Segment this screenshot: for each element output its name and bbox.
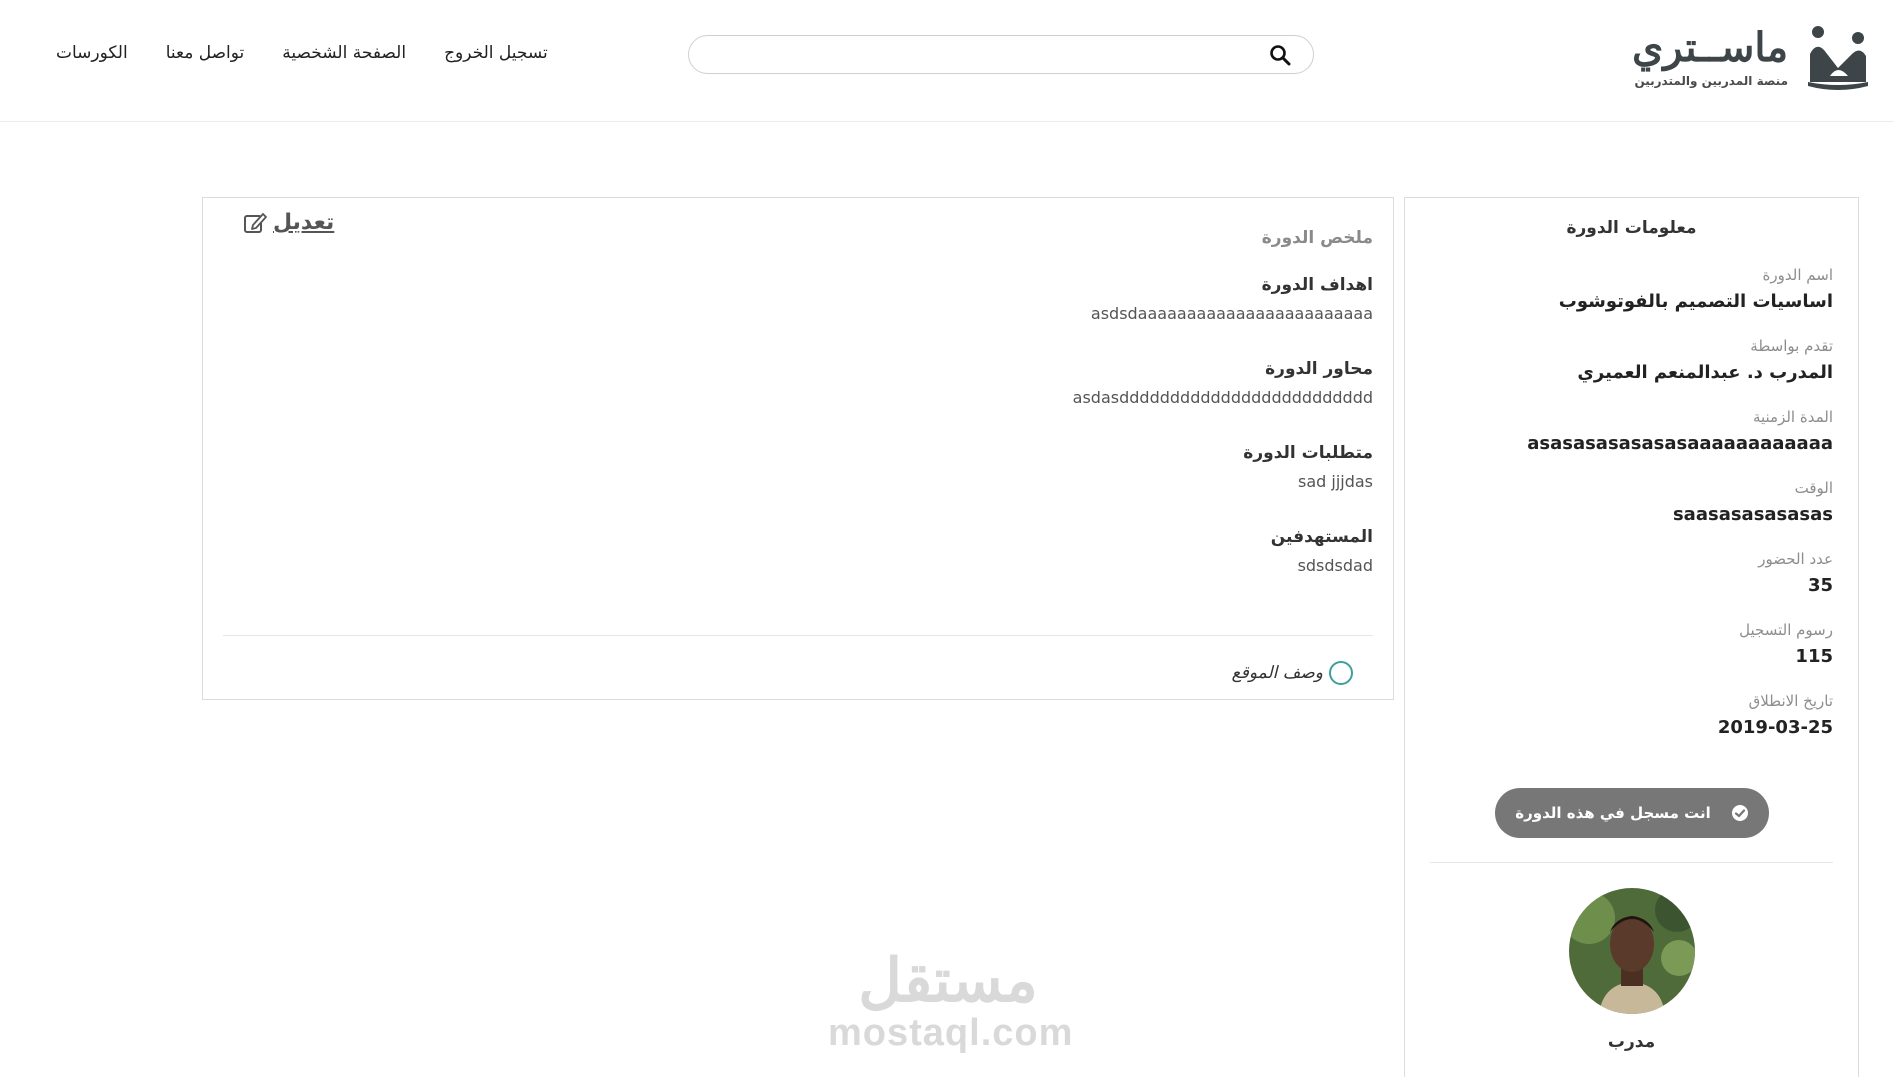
trainer-role: مدرب (1607, 1032, 1656, 1052)
search-icon[interactable] (1269, 44, 1291, 66)
info-field-value: 2019-03-25 (1717, 717, 1833, 738)
top-header: ماســتري منصة المدربين والمتدربين الكورس… (0, 0, 1894, 122)
info-field-duration: المدة الزمنية asasasasasasasaaaaaaaaaaaa (1527, 406, 1833, 458)
logo-mark-icon (1808, 26, 1868, 90)
course-info-title: معلومات الدورة (1566, 218, 1697, 238)
info-field-value: 115 (1795, 646, 1833, 667)
summary-section-value: sdsdsdad (1297, 556, 1373, 575)
info-field-presenter: تقدم بواسطة المدرب د. عبدالمنعم العميري (1577, 335, 1833, 387)
info-field-label: تقدم بواسطة (1750, 337, 1833, 355)
search-input[interactable] (729, 38, 1269, 71)
info-field-value: المدرب د. عبدالمنعم العميري (1577, 362, 1833, 383)
logo-tagline: منصة المدربين والمتدربين (1634, 74, 1788, 88)
trainer-photo (1569, 888, 1695, 1014)
summary-section-audience: المستهدفين sdsdsdad (1271, 524, 1373, 580)
info-field-value: saasasasasasas (1672, 504, 1833, 525)
check-circle-icon (1731, 805, 1748, 821)
info-divider (1430, 862, 1833, 863)
circle-icon (1329, 661, 1353, 685)
enrolled-button-label: انت مسجل في هذه الدورة (1515, 804, 1711, 822)
summary-section-label: المستهدفين (1270, 527, 1373, 547)
nav-contact[interactable]: تواصل معنا (166, 40, 245, 66)
search-bar (688, 35, 1314, 74)
watermark-latin: mostaql.com (828, 1012, 1074, 1054)
trainer-avatar[interactable] (1569, 888, 1695, 1014)
info-field-attendance: عدد الحضور 35 (1758, 548, 1833, 600)
info-field-fee: رسوم التسجيل 115 (1739, 619, 1833, 671)
info-field-label: اسم الدورة (1762, 266, 1833, 284)
edit-button[interactable]: تعديل (243, 210, 334, 235)
summary-section-label: محاور الدورة (1265, 359, 1373, 379)
summary-section-value: asdsdaaaaaaaaaaaaaaaaaaaaaaaa (1090, 304, 1373, 323)
summary-section-label: اهداف الدورة (1261, 275, 1373, 295)
summary-title: ملخص الدورة (1261, 228, 1373, 248)
watermark-arabic: مستقل (858, 946, 1038, 1016)
main-nav: الكورسات تواصل معنا الصفحة الشخصية تسجيل… (56, 40, 548, 66)
nav-courses[interactable]: الكورسات (56, 40, 128, 66)
summary-section-label: متطلبات الدورة (1243, 443, 1373, 463)
edit-label: تعديل (273, 210, 335, 235)
logo-name: ماســتري (1631, 24, 1788, 71)
enrolled-button[interactable]: انت مسجل في هذه الدورة (1495, 788, 1769, 838)
info-field-label: رسوم التسجيل (1739, 621, 1833, 639)
edit-icon (244, 212, 267, 233)
course-info-panel: معلومات الدورة اسم الدورة اساسيات التصمي… (1404, 197, 1859, 1077)
watermark: مستقل mostaql.com (828, 946, 1074, 1054)
summary-section-goals: اهداف الدورة asdsdaaaaaaaaaaaaaaaaaaaaaa… (1091, 272, 1373, 328)
course-summary-panel: تعديل ملخص الدورة اهداف الدورة asdsdaaaa… (202, 197, 1394, 700)
summary-section-value: asdasddddddddddddddddddddddddd (1072, 388, 1373, 407)
info-field-time: الوقت saasasasasasas (1673, 477, 1833, 529)
info-field-label: المدة الزمنية (1752, 408, 1833, 426)
info-field-label: عدد الحضور (1758, 550, 1833, 568)
nav-profile[interactable]: الصفحة الشخصية (282, 40, 406, 66)
info-field-label: تاريخ الانطلاق (1748, 692, 1833, 710)
summary-section-value: sad jjjdas (1297, 472, 1373, 491)
info-field-value: 35 (1807, 575, 1833, 596)
info-field-course-name: اسم الدورة اساسيات التصميم بالفوتوشوب (1559, 264, 1833, 316)
info-field-start-date: تاريخ الانطلاق 2019-03-25 (1718, 690, 1833, 742)
summary-divider (223, 635, 1373, 636)
logo-text: ماســتري منصة المدربين والمتدربين (1632, 24, 1788, 88)
nav-logout[interactable]: تسجيل الخروج (444, 40, 548, 66)
summary-section-topics: محاور الدورة asdasdddddddddddddddddddddd… (1073, 356, 1373, 412)
info-field-value: asasasasasasasaaaaaaaaaaaa (1527, 433, 1833, 454)
site-description-label: وصف الموقع (1231, 663, 1323, 683)
summary-section-requirements: متطلبات الدورة sad jjjdas (1243, 440, 1373, 496)
info-field-value: اساسيات التصميم بالفوتوشوب (1558, 291, 1833, 312)
site-description-toggle[interactable]: وصف الموقع (1232, 661, 1353, 685)
info-field-label: الوقت (1794, 479, 1833, 497)
site-logo[interactable]: ماســتري منصة المدربين والمتدربين (1578, 22, 1868, 94)
